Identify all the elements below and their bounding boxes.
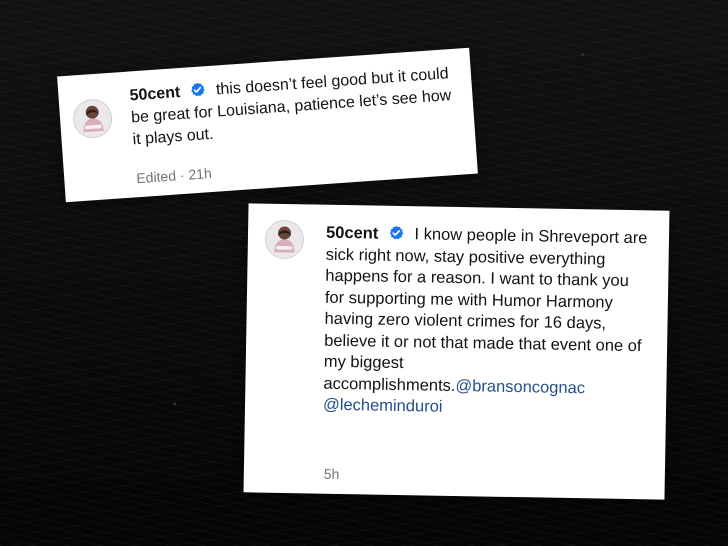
comment-text: I know people in Shreveport are sick rig… xyxy=(323,225,648,395)
username[interactable]: 50cent xyxy=(129,84,181,104)
avatar[interactable] xyxy=(264,219,305,260)
mention-link[interactable]: @bransoncognac xyxy=(455,376,585,396)
comment-card-2: 50cent I know people in Shreveport are s… xyxy=(243,203,670,500)
comment-content: 50cent I know people in Shreveport are s… xyxy=(323,223,649,422)
mention-link[interactable]: @lecheminduroi xyxy=(323,396,443,416)
comment-meta: 5h xyxy=(323,465,340,482)
avatar[interactable] xyxy=(71,97,114,140)
verified-badge-icon xyxy=(189,81,206,98)
comment-content: 50cent this doesn’t feel good but it cou… xyxy=(129,63,458,152)
comment-meta: Edited · 21h xyxy=(135,165,213,187)
verified-badge-icon xyxy=(388,225,404,241)
username[interactable]: 50cent xyxy=(326,224,379,243)
comment-text: this doesn’t feel good but it could be g… xyxy=(130,65,452,149)
